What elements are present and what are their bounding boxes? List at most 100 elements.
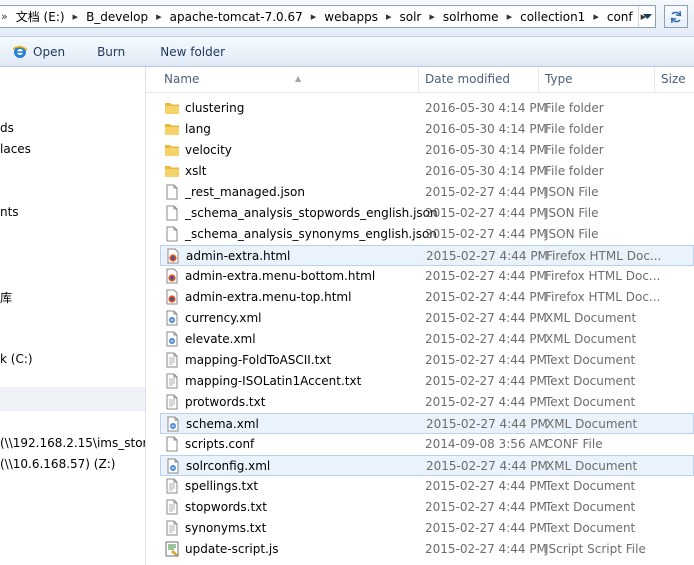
browser-e-icon [12, 45, 28, 58]
nav-item-recent-places[interactable]: laces [0, 142, 31, 156]
file-type: XML Document [546, 459, 638, 473]
file-row[interactable]: spellings.txt 2015-02-27 4:44 PM Text Docu… [160, 476, 694, 497]
file-row[interactable]: synonyms.txt 2015-02-27 4:44 PM Text Docum… [160, 518, 694, 539]
file-date-modified: 2016-05-30 4:14 PM [425, 101, 547, 115]
file-row[interactable]: xslt 2016-05-30 4:14 PM File folder [160, 161, 694, 182]
file-type: File folder [545, 101, 604, 115]
breadcrumb-conf[interactable]: conf [601, 10, 639, 24]
file-list[interactable]: Name ▲ Date modified Type Size clusterin… [146, 67, 694, 565]
file-name: xslt [185, 164, 207, 178]
document-icon [164, 184, 180, 200]
file-row[interactable]: protwords.txt 2015-02-27 4:44 PM Text Docu… [160, 392, 694, 413]
file-name: admin-extra.menu-bottom.html [185, 269, 376, 283]
breadcrumb-solr[interactable]: solr [393, 10, 427, 24]
file-row[interactable]: admin-extra.html 2015-02-27 4:44 PM Firefo… [160, 245, 694, 266]
xml-icon [165, 416, 181, 432]
breadcrumb-drive[interactable]: 文档 (E:) [10, 8, 71, 25]
file-row[interactable]: clustering 2016-05-30 4:14 PM File folder [160, 98, 694, 119]
nav-item-documents[interactable]: nts [0, 205, 19, 219]
column-header-date[interactable]: Date modified [419, 67, 539, 92]
firefox-html-icon [164, 268, 180, 284]
file-row[interactable]: schema.xml 2015-02-27 4:44 PM XML Document [160, 413, 694, 434]
file-date-modified: 2015-02-27 4:44 PM [426, 459, 548, 473]
breadcrumb-separator[interactable]: » [0, 10, 10, 23]
breadcrumb-chevron-icon[interactable]: ▸ [154, 10, 164, 23]
text-icon [164, 499, 180, 515]
column-header-name[interactable]: Name ▲ [158, 67, 419, 92]
file-type: CONF File [545, 437, 603, 451]
file-row[interactable]: scripts.conf 2014-09-08 3:56 AM CONF File [160, 434, 694, 455]
file-row[interactable]: elevate.xml 2015-02-27 4:44 PM XML Documen… [160, 329, 694, 350]
file-date-modified: 2015-02-27 4:44 PM [425, 395, 547, 409]
file-row[interactable]: lang 2016-05-30 4:14 PM File folder [160, 119, 694, 140]
file-row[interactable]: mapping-FoldToASCII.txt 2015-02-27 4:44 P… [160, 350, 694, 371]
file-date-modified: 2016-05-30 4:14 PM [425, 164, 547, 178]
file-row[interactable]: admin-extra.menu-bottom.html 2015-02-27 4… [160, 266, 694, 287]
nav-item-network-drive-n[interactable]: (\\192.168.2.15\ims_store) (N [0, 436, 145, 450]
column-header-row: Name ▲ Date modified Type Size [146, 67, 694, 93]
file-type: File folder [545, 164, 604, 178]
file-row[interactable]: _rest_managed.json 2015-02-27 4:44 PM JSON… [160, 182, 694, 203]
nav-selection-band [0, 387, 145, 411]
nav-item-network-drive-z[interactable]: (\\10.6.168.57) (Z:) [0, 457, 115, 471]
file-row[interactable]: stopwords.txt 2015-02-27 4:44 PM Text Docu… [160, 497, 694, 518]
file-row[interactable]: velocity 2016-05-30 4:14 PM File folder [160, 140, 694, 161]
file-type: XML Document [546, 417, 638, 431]
breadcrumb-b-develop[interactable]: B_develop [80, 10, 154, 24]
file-date-modified: 2015-02-27 4:44 PM [426, 249, 548, 263]
open-label: Open [33, 44, 66, 59]
file-name: synonyms.txt [185, 521, 267, 535]
file-name: _schema_analysis_synonyms_english.json [185, 227, 437, 241]
file-date-modified: 2015-02-27 4:44 PM [425, 185, 547, 199]
file-type: Firefox HTML Doc... [546, 249, 662, 263]
breadcrumb-webapps[interactable]: webapps [318, 10, 384, 24]
breadcrumb-tomcat[interactable]: apache-tomcat-7.0.67 [164, 10, 309, 24]
new-folder-button[interactable]: New folder [152, 39, 233, 65]
file-row[interactable]: admin-extra.menu-top.html 2015-02-27 4:44… [160, 287, 694, 308]
file-date-modified: 2014-09-08 3:56 AM [425, 437, 548, 451]
folder-icon [164, 121, 180, 137]
file-type: Text Document [545, 353, 636, 367]
file-type: Text Document [545, 521, 636, 535]
open-button[interactable]: Open [4, 39, 73, 65]
breadcrumb-solrhome[interactable]: solrhome [437, 10, 505, 24]
address-bar[interactable]: » 文档 (E:) ▸ B_develop ▸ apache-tomcat-7.… [0, 5, 656, 28]
file-name: protwords.txt [185, 395, 266, 409]
file-name: spellings.txt [185, 479, 259, 493]
breadcrumb-chevron-icon[interactable]: ▸ [505, 10, 515, 23]
file-name: elevate.xml [185, 332, 256, 346]
chevron-down-icon [643, 13, 652, 19]
text-icon [164, 352, 180, 368]
breadcrumb-chevron-icon[interactable]: ▸ [591, 10, 601, 23]
nav-item-local-disk-c[interactable]: k (C:) [0, 352, 33, 366]
refresh-button[interactable] [664, 5, 688, 28]
breadcrumb-chevron-icon[interactable]: ▸ [71, 10, 81, 23]
file-row[interactable]: update-script.js 2015-02-27 4:44 PM JScrip… [160, 539, 694, 560]
file-row[interactable]: _schema_analysis_stopwords_english.json 2… [160, 203, 694, 224]
nav-item-downloads[interactable]: ds [0, 121, 14, 135]
breadcrumb-collection1[interactable]: collection1 [514, 10, 591, 24]
file-date-modified: 2015-02-27 4:44 PM [425, 500, 547, 514]
burn-button[interactable]: Burn [89, 39, 133, 65]
file-type: Firefox HTML Doc... [545, 290, 661, 304]
file-row[interactable]: solrconfig.xml 2015-02-27 4:44 PM XML Docu… [160, 455, 694, 476]
navigation-pane[interactable]: ds laces nts 库 k (C:) (\\192.168.2.15\im… [0, 67, 146, 565]
column-header-size[interactable]: Size [655, 67, 694, 92]
address-bar-row: » 文档 (E:) ▸ B_develop ▸ apache-tomcat-7.… [0, 0, 694, 37]
file-row[interactable]: currency.xml 2015-02-27 4:44 PM XML Docume… [160, 308, 694, 329]
file-row[interactable]: mapping-ISOLatin1Accent.txt 2015-02-27 4:… [160, 371, 694, 392]
file-name: update-script.js [185, 542, 279, 556]
nav-item-library[interactable]: 库 [0, 289, 12, 306]
file-type: Firefox HTML Doc... [545, 269, 661, 283]
document-icon [164, 436, 180, 452]
address-dropdown-button[interactable] [638, 6, 656, 27]
column-date-label: Date modified [425, 72, 511, 86]
column-name-label: Name [164, 72, 200, 86]
breadcrumb-chevron-icon[interactable]: ▸ [309, 10, 319, 23]
file-type: JSON File [545, 206, 599, 220]
breadcrumb-chevron-icon[interactable]: ▸ [427, 10, 437, 23]
breadcrumb-chevron-icon[interactable]: ▸ [384, 10, 394, 23]
column-header-type[interactable]: Type [539, 67, 655, 92]
file-date-modified: 2015-02-27 4:44 PM [425, 479, 547, 493]
file-row[interactable]: _schema_analysis_synonyms_english.json 20… [160, 224, 694, 245]
